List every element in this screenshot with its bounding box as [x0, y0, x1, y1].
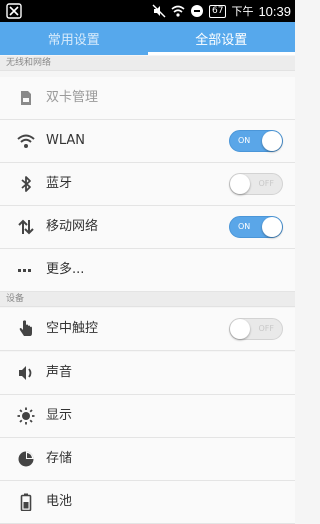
speaker-icon — [19, 366, 32, 380]
settings-item-label: 更多... — [46, 262, 85, 277]
hand-gesture-icon — [19, 320, 32, 336]
toggle-state: OFF — [258, 324, 275, 333]
sim-card-icon — [21, 91, 31, 105]
toggle-state: ON — [238, 222, 251, 231]
settings-item-battery[interactable]: 电池 — [0, 481, 295, 524]
toggle-state: ON — [238, 136, 251, 145]
toggle-knob — [230, 319, 250, 339]
settings-item-display[interactable]: 显示 — [0, 395, 295, 438]
settings-item-air-touch[interactable]: 空中触控 OFF — [0, 308, 295, 351]
settings-tab-bar: 常用设置 全部设置 — [0, 22, 295, 55]
settings-item-label: 声音 — [46, 365, 73, 380]
more-icon — [18, 269, 31, 272]
air-touch-toggle[interactable]: OFF — [229, 318, 283, 340]
toggle-knob — [262, 131, 282, 151]
brightness-icon — [17, 407, 35, 425]
status-bar: 67 下午 10:39 — [0, 0, 295, 22]
mobile-data-icon — [18, 219, 34, 235]
wifi-signal-icon — [171, 5, 185, 17]
tab-common-settings[interactable]: 常用设置 — [0, 22, 148, 55]
settings-item-label: 移动网络 — [46, 219, 99, 234]
settings-item-label: 存储 — [46, 451, 73, 466]
bluetooth-icon — [21, 176, 31, 192]
settings-item-label: 空中触控 — [46, 321, 99, 336]
battery-level: 67 — [209, 4, 227, 18]
settings-item-storage[interactable]: 存储 — [0, 438, 295, 481]
settings-item-label: 显示 — [46, 408, 73, 423]
toggle-knob — [262, 217, 282, 237]
section-header-wireless: 无线和网络 — [0, 56, 295, 71]
app-notification-icon — [6, 3, 22, 19]
settings-item-wlan[interactable]: WLAN ON — [0, 120, 295, 163]
settings-item-bluetooth[interactable]: 蓝牙 OFF — [0, 163, 295, 206]
settings-item-label: 蓝牙 — [46, 176, 73, 191]
clock-time: 10:39 — [258, 3, 291, 19]
settings-item-mobile-network[interactable]: 移动网络 ON — [0, 206, 295, 249]
settings-item-label: 电池 — [46, 494, 73, 509]
settings-item-more[interactable]: 更多... — [0, 249, 295, 292]
tab-all-settings[interactable]: 全部设置 — [147, 22, 296, 55]
toggle-knob — [230, 174, 250, 194]
toggle-state: OFF — [258, 179, 275, 188]
settings-item-sound[interactable]: 声音 — [0, 352, 295, 395]
pie-chart-icon — [18, 451, 34, 467]
bluetooth-toggle[interactable]: OFF — [229, 173, 283, 195]
settings-item-label: 双卡管理 — [46, 90, 99, 105]
clock-ampm: 下午 — [231, 5, 254, 18]
mobile-network-toggle[interactable]: ON — [229, 216, 283, 238]
battery-icon — [20, 493, 32, 511]
settings-item-label: WLAN — [46, 133, 86, 148]
settings-item-dual-sim[interactable]: 双卡管理 — [0, 77, 295, 120]
wlan-toggle[interactable]: ON — [229, 130, 283, 152]
wifi-icon — [17, 134, 35, 148]
section-header-device: 设备 — [0, 292, 295, 307]
blocked-icon — [191, 5, 203, 17]
mute-icon — [152, 4, 166, 18]
